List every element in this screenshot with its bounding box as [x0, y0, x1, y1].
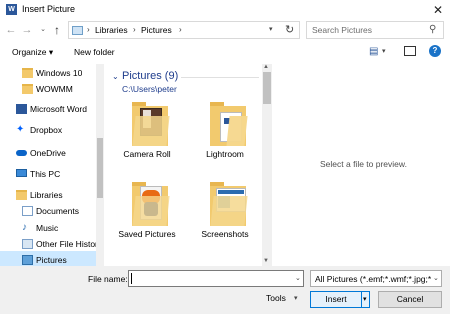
filetype-value: All Pictures (*.emf;*.wmf;*.jpg;* — [315, 274, 432, 284]
library-icon — [22, 239, 33, 249]
cancel-button[interactable]: Cancel — [378, 291, 442, 308]
filename-history-chevron-icon[interactable]: ⌄ — [295, 274, 301, 282]
folder-icon — [132, 182, 170, 226]
filename-label: File name: — [88, 274, 128, 284]
sidebar-item-label: OneDrive — [30, 148, 66, 158]
scroll-down-arrow-icon[interactable]: ▼ — [263, 258, 269, 264]
documents-icon — [22, 206, 33, 216]
tools-button[interactable]: Tools — [266, 293, 286, 303]
breadcrumb-separator[interactable]: › — [133, 25, 136, 34]
navigation-pane: Windows 10 WOWMM Microsoft Word ✦ Dropbo… — [0, 64, 105, 266]
folder-tile-camera-roll[interactable]: Camera Roll — [110, 102, 184, 164]
preview-pane-icon[interactable] — [404, 46, 416, 56]
title-bar: W Insert Picture ✕ — [0, 0, 450, 20]
recent-locations-chevron-icon[interactable]: ⌄ — [36, 22, 50, 38]
word-icon: W — [6, 4, 17, 15]
change-view-icon[interactable]: ▤ — [369, 46, 378, 57]
split-divider — [361, 292, 362, 307]
tools-chevron-icon[interactable]: ▾ — [294, 294, 298, 302]
sidebar-item-label: Pictures — [36, 255, 67, 265]
dialog-footer: File name: ⌄ All Pictures (*.emf;*.wmf;*… — [0, 266, 450, 314]
sidebar-item-pictures[interactable]: Pictures — [0, 251, 96, 266]
sidebar-item-wowmm[interactable]: WOWMM — [0, 80, 96, 98]
group-divider — [181, 77, 259, 78]
filetype-chevron-icon[interactable]: ⌄ — [433, 274, 439, 282]
sidebar-item-dropbox[interactable]: ✦ Dropbox — [0, 121, 96, 139]
breadcrumb-separator[interactable]: › — [87, 25, 90, 34]
breadcrumb-pictures[interactable]: Pictures — [141, 25, 172, 35]
group-header[interactable]: Pictures (9) — [122, 70, 178, 82]
view-options-chevron-icon[interactable]: ▾ — [382, 47, 386, 55]
libraries-icon — [16, 190, 27, 200]
group-path: C:\Users\peter — [122, 84, 177, 94]
onedrive-icon — [16, 150, 27, 156]
text-caret — [131, 273, 132, 284]
sidebar-scrollbar-thumb[interactable] — [97, 138, 103, 198]
music-icon: ♪ — [22, 222, 27, 233]
search-box[interactable]: Search Pictures ⚲ — [306, 21, 444, 39]
sidebar-item-onedrive[interactable]: OneDrive — [0, 144, 96, 162]
insert-label: Insert — [325, 294, 347, 304]
back-arrow-icon[interactable]: ← — [4, 22, 18, 38]
sidebar-item-label: Dropbox — [30, 125, 63, 135]
sidebar-item-documents[interactable]: Documents — [0, 202, 96, 220]
libraries-icon — [72, 26, 83, 35]
close-button[interactable]: ✕ — [426, 0, 450, 20]
content-scrollbar-thumb[interactable] — [263, 72, 271, 104]
address-bar[interactable]: › Libraries › Pictures › ▾ ↻ — [68, 21, 300, 39]
folder-icon — [22, 84, 33, 94]
folder-icon — [210, 182, 248, 226]
sidebar-item-label: This PC — [30, 169, 61, 179]
folder-icon — [22, 68, 33, 78]
filetype-select[interactable]: All Pictures (*.emf;*.wmf;*.jpg;* ⌄ — [310, 270, 442, 287]
folder-tile-saved-pictures[interactable]: Saved Pictures — [110, 182, 184, 244]
preview-pane: Select a file to preview. — [272, 64, 450, 266]
scroll-up-arrow-icon[interactable]: ▲ — [263, 64, 269, 70]
folder-label: Lightroom — [206, 149, 244, 159]
help-icon[interactable]: ? — [429, 45, 441, 57]
pictures-icon — [22, 255, 33, 265]
toolbar: Organize ▾ New folder ▤ ▾ ? — [0, 41, 450, 63]
folder-tile-lightroom[interactable]: Lightroom — [188, 102, 262, 164]
folder-icon — [210, 102, 248, 146]
new-folder-button[interactable]: New folder — [74, 47, 115, 57]
sidebar-item-label: WOWMM — [36, 84, 73, 94]
insert-button[interactable]: Insert ▾ — [310, 291, 370, 308]
sidebar-item-this-pc[interactable]: This PC — [0, 165, 96, 183]
window-title: Insert Picture — [22, 4, 76, 14]
folder-icon — [132, 102, 170, 146]
folder-label: Saved Pictures — [118, 229, 176, 239]
organize-button[interactable]: Organize ▾ — [12, 47, 53, 58]
up-arrow-icon[interactable]: ↑ — [50, 22, 64, 38]
preview-message: Select a file to preview. — [320, 159, 407, 169]
refresh-icon[interactable]: ↻ — [285, 23, 294, 36]
file-list: ⌄ Pictures (9) C:\Users\peter Camera Rol… — [106, 64, 262, 266]
sidebar-item-label: Microsoft Word — [30, 104, 87, 114]
word-icon — [16, 104, 27, 114]
breadcrumb-separator[interactable]: › — [179, 25, 182, 34]
collapse-chevron-icon[interactable]: ⌄ — [112, 72, 119, 81]
search-icon[interactable]: ⚲ — [429, 24, 436, 35]
sidebar-item-microsoft-word[interactable]: Microsoft Word — [0, 100, 96, 118]
folder-label: Camera Roll — [123, 149, 171, 159]
insert-options-chevron-icon[interactable]: ▾ — [363, 292, 367, 307]
folder-tile-screenshots[interactable]: Screenshots — [188, 182, 262, 244]
breadcrumb-libraries[interactable]: Libraries — [95, 25, 128, 35]
computer-icon — [16, 169, 27, 177]
dropbox-icon: ✦ — [16, 124, 25, 135]
filename-input[interactable]: ⌄ — [128, 270, 304, 287]
address-dropdown-icon[interactable]: ▾ — [269, 25, 273, 33]
search-input[interactable]: Search Pictures — [312, 25, 372, 35]
folder-label: Screenshots — [201, 229, 249, 239]
forward-arrow-icon[interactable]: → — [20, 22, 34, 38]
sidebar-item-label: Documents — [36, 206, 79, 216]
